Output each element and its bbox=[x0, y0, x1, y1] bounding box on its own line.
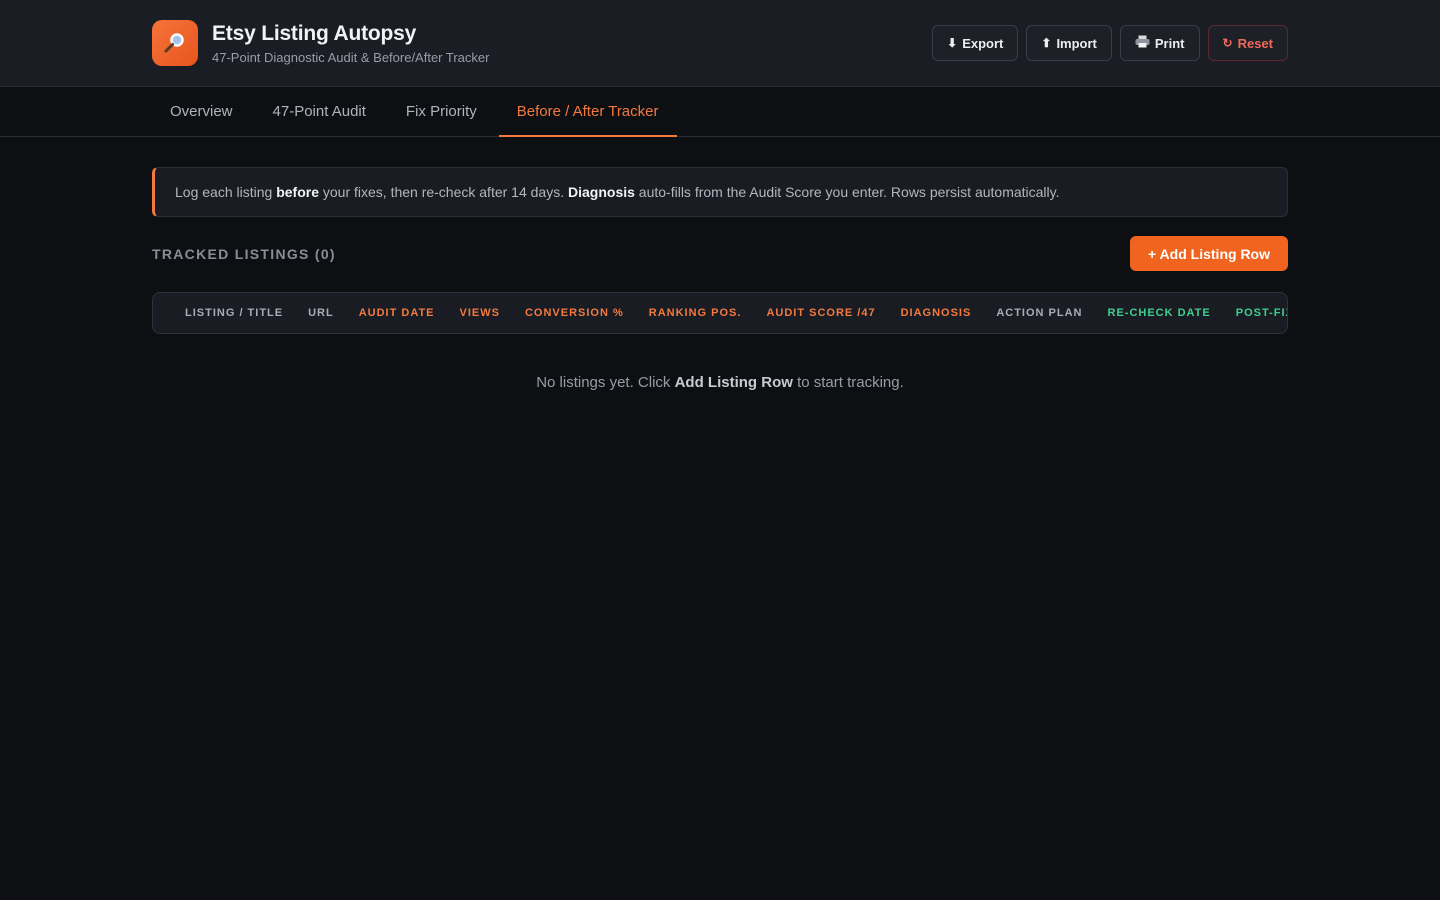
reset-icon: ↻ bbox=[1222, 36, 1233, 50]
app-subtitle: 47-Point Diagnostic Audit & Before/After… bbox=[212, 49, 490, 65]
info-notice: Log each listing before your fixes, then… bbox=[152, 167, 1288, 217]
app-header: Etsy Listing Autopsy 47-Point Diagnostic… bbox=[0, 0, 1440, 87]
column-header: AUDIT SCORE /47 bbox=[766, 307, 876, 319]
tracker-table-header[interactable]: LISTING / TITLE URL AUDIT DATE VIEWS CON… bbox=[152, 292, 1288, 334]
tracked-listings-title: TRACKED LISTINGS (0) bbox=[152, 245, 336, 262]
tab-overview[interactable]: Overview bbox=[152, 87, 251, 137]
import-label: Import bbox=[1056, 35, 1097, 51]
empty-text: to start tracking. bbox=[792, 374, 904, 391]
tab-47-point-audit[interactable]: 47-Point Audit bbox=[255, 87, 384, 137]
column-header: RE-CHECK DATE bbox=[1107, 307, 1211, 319]
app-title: Etsy Listing Autopsy bbox=[212, 21, 417, 45]
column-header: ACTION PLAN bbox=[996, 307, 1083, 319]
export-label: Export bbox=[962, 35, 1004, 51]
empty-state: No listings yet. Click Add Listing Row t… bbox=[152, 374, 1288, 391]
column-header: CONVERSION % bbox=[524, 307, 624, 319]
column-header: POST-FIX VIEWS bbox=[1235, 307, 1287, 319]
import-button[interactable]: ⬆ Import bbox=[1026, 25, 1112, 61]
notice-text: Log each listing bbox=[175, 184, 277, 200]
tab-fix-priority[interactable]: Fix Priority bbox=[388, 87, 495, 137]
notice-emphasis: before bbox=[276, 184, 319, 200]
notice-text: auto-fills from the Audit Score you ente… bbox=[634, 184, 1060, 200]
printer-icon bbox=[1135, 35, 1150, 51]
notice-text: your fixes, then re-check after 14 days. bbox=[318, 184, 568, 200]
download-arrow-icon: ⬇ bbox=[947, 36, 958, 50]
add-listing-row-button[interactable]: + Add Listing Row bbox=[1130, 236, 1288, 271]
header-actions: ⬇ Export ⬆ Import Print ↻ Reset bbox=[932, 25, 1288, 61]
export-button[interactable]: ⬇ Export bbox=[932, 25, 1019, 61]
section-header: TRACKED LISTINGS (0) + Add Listing Row bbox=[152, 236, 1288, 271]
magnifier-icon bbox=[152, 20, 198, 66]
column-header: VIEWS bbox=[459, 307, 500, 319]
column-header: LISTING / TITLE bbox=[185, 307, 284, 319]
notice-emphasis: Diagnosis bbox=[568, 184, 635, 200]
reset-button[interactable]: ↻ Reset bbox=[1207, 25, 1288, 61]
brand: Etsy Listing Autopsy 47-Point Diagnostic… bbox=[152, 20, 489, 66]
upload-arrow-icon: ⬆ bbox=[1041, 36, 1052, 50]
column-header: DIAGNOSIS bbox=[900, 307, 972, 319]
tab-before-after-tracker[interactable]: Before / After Tracker bbox=[498, 87, 677, 137]
empty-emphasis: Add Listing Row bbox=[674, 374, 793, 391]
column-header: RANKING POS. bbox=[648, 307, 742, 319]
column-header: URL bbox=[308, 307, 334, 319]
tracker-panel: Log each listing before your fixes, then… bbox=[152, 167, 1288, 391]
empty-text: No listings yet. Click bbox=[536, 374, 675, 391]
column-header: AUDIT DATE bbox=[358, 307, 435, 319]
tab-bar: Overview 47-Point Audit Fix Priority Bef… bbox=[0, 87, 1440, 137]
print-label: Print bbox=[1154, 35, 1185, 51]
reset-label: Reset bbox=[1237, 35, 1273, 51]
print-button[interactable]: Print bbox=[1119, 25, 1200, 61]
